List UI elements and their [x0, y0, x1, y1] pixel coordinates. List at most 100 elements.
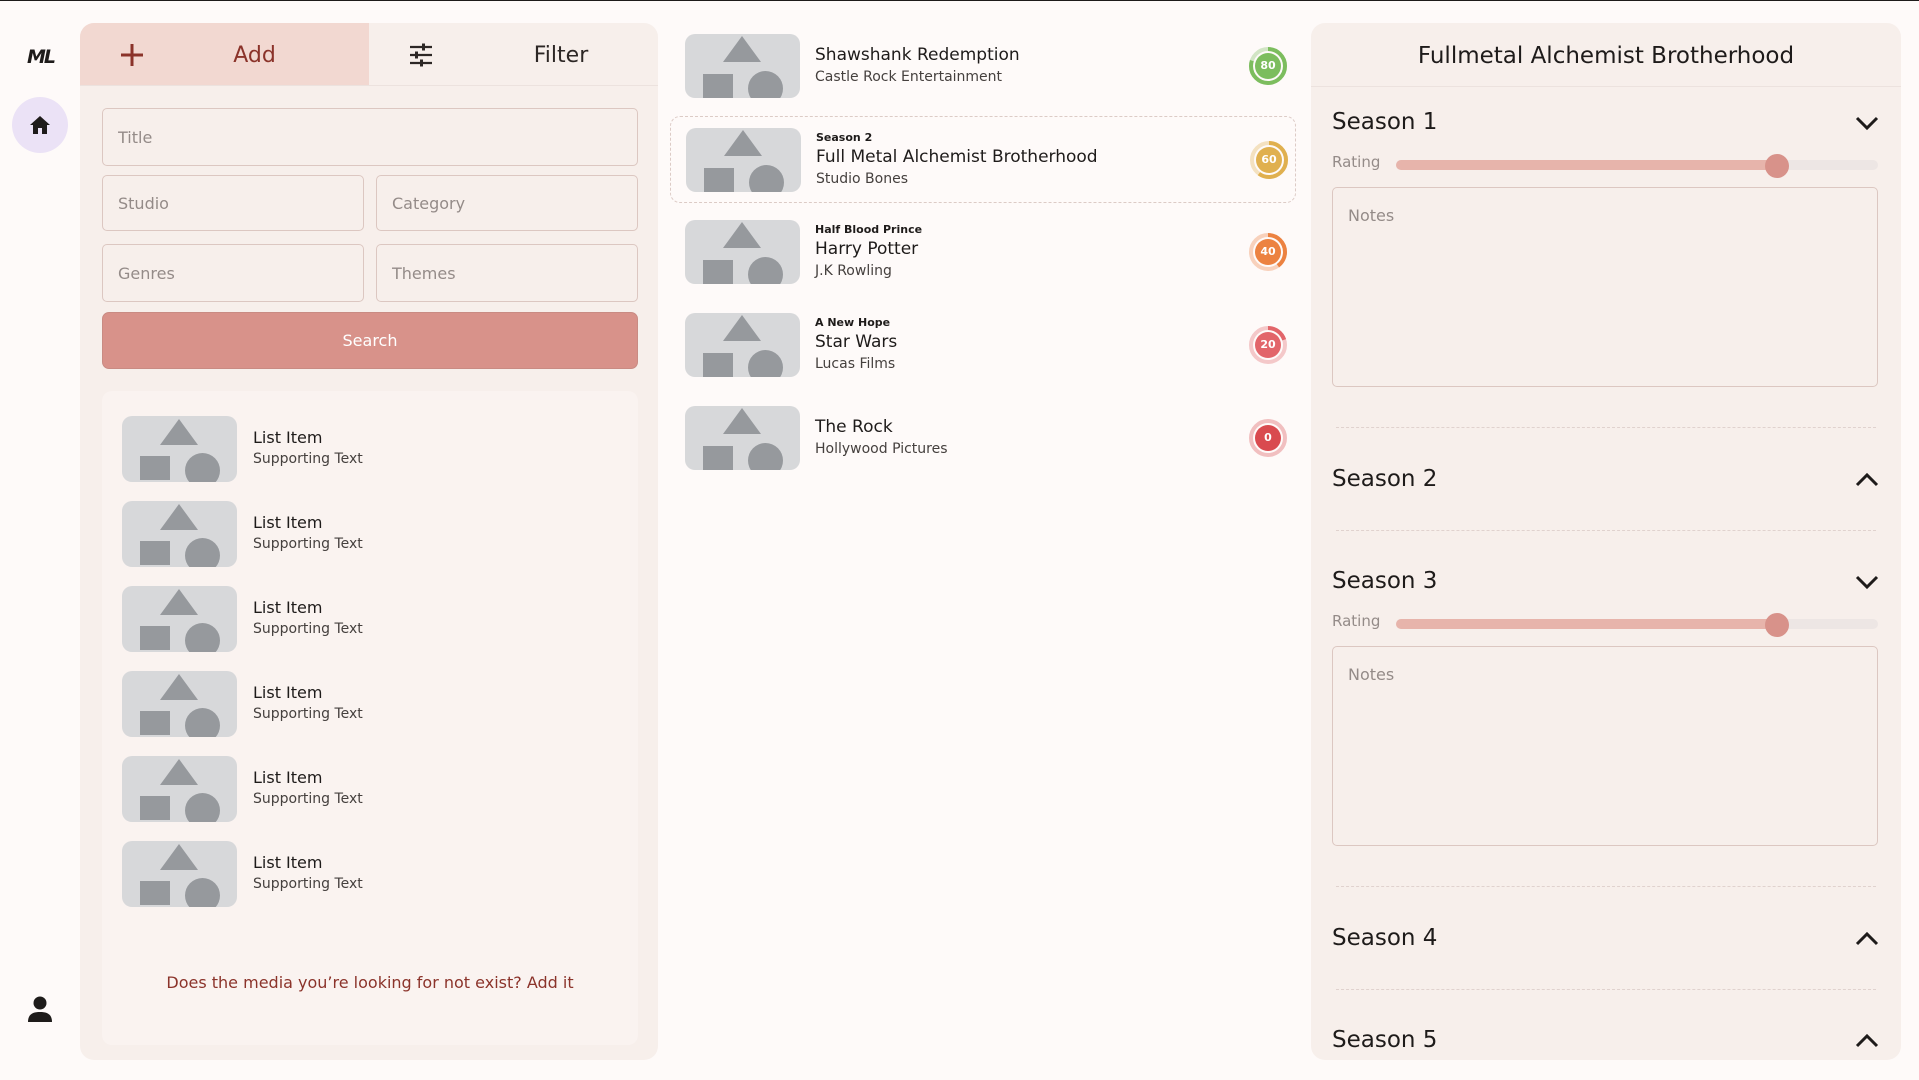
list-item-title: List Item — [253, 513, 323, 532]
season-4-header[interactable]: Season 4 — [1332, 921, 1882, 957]
media-overline: Season 2 — [816, 131, 873, 144]
list-item-subtitle: Supporting Text — [253, 536, 363, 552]
season-label: Season 2 — [1332, 466, 1438, 492]
image-placeholder-icon — [122, 586, 237, 652]
home-button[interactable] — [12, 97, 68, 153]
list-item-subtitle: Supporting Text — [253, 451, 363, 467]
media-title: Full Metal Alchemist Brotherhood — [816, 147, 1098, 167]
list-item-subtitle: Supporting Text — [253, 706, 363, 722]
season-label: Season 3 — [1332, 568, 1438, 594]
list-item[interactable]: List Item Supporting Text — [122, 586, 622, 652]
add-media-link[interactable]: Does the media you’re looking for not ex… — [102, 973, 638, 992]
season-1-notes[interactable] — [1332, 187, 1878, 387]
list-item[interactable]: List Item Supporting Text — [122, 416, 622, 482]
media-title: Harry Potter — [815, 239, 919, 259]
tab-filter-label: Filter — [533, 43, 589, 68]
image-placeholder-icon — [686, 128, 801, 192]
media-subtitle: Lucas Films — [815, 356, 896, 372]
image-placeholder-icon — [122, 841, 237, 907]
chevron-up-icon[interactable] — [1852, 1029, 1882, 1053]
image-placeholder-icon — [122, 501, 237, 567]
media-subtitle: Castle Rock Entertainment — [815, 69, 1003, 85]
score-badge: 60 — [1249, 140, 1289, 180]
season-2-header[interactable]: Season 2 — [1332, 462, 1882, 498]
list-item-subtitle: Supporting Text — [253, 791, 363, 807]
media-title: Shawshank Redemption — [815, 45, 1020, 65]
add-panel: Add Filter Search List Item Supportin — [80, 23, 658, 1060]
image-placeholder-icon — [122, 756, 237, 822]
score-badge: 80 — [1248, 46, 1288, 86]
media-overline: Half Blood Prince — [815, 223, 923, 236]
season-divider — [1336, 427, 1876, 428]
season-3-header[interactable]: Season 3 — [1332, 564, 1882, 600]
list-item-subtitle: Supporting Text — [253, 876, 363, 892]
season-1-rating: Rating — [1332, 151, 1882, 178]
panel-tabs: Add Filter — [80, 23, 658, 86]
image-placeholder-icon — [685, 220, 800, 284]
category-input[interactable] — [376, 175, 638, 231]
rating-slider[interactable] — [1396, 154, 1878, 178]
title-input[interactable] — [102, 108, 638, 166]
season-3-rating: Rating — [1332, 610, 1882, 637]
media-item[interactable]: The Rock Hollywood Pictures 0 — [670, 395, 1296, 482]
home-icon — [30, 116, 50, 134]
list-item-title: List Item — [253, 683, 323, 702]
media-title: The Rock — [815, 417, 893, 437]
season-5-header[interactable]: Season 5 — [1332, 1023, 1882, 1059]
studio-input[interactable] — [102, 175, 364, 231]
search-button[interactable]: Search — [102, 312, 638, 369]
tab-filter[interactable]: Filter — [369, 23, 658, 85]
score-badge: 0 — [1248, 418, 1288, 458]
nav-rail: ML — [0, 1, 80, 1080]
themes-input[interactable] — [376, 244, 638, 302]
season-divider — [1336, 886, 1876, 887]
score-value: 20 — [1260, 338, 1276, 351]
list-item-title: List Item — [253, 768, 323, 787]
media-item-selected[interactable]: Season 2 Full Metal Alchemist Brotherhoo… — [670, 116, 1296, 203]
score-badge: 20 — [1248, 325, 1288, 365]
image-placeholder-icon — [122, 671, 237, 737]
profile-button[interactable] — [20, 989, 60, 1029]
list-item-title: List Item — [253, 853, 323, 872]
image-placeholder-icon — [685, 406, 800, 470]
rating-label: Rating — [1332, 153, 1381, 171]
genres-input[interactable] — [102, 244, 364, 302]
media-item[interactable]: Half Blood Prince Harry Potter J.K Rowli… — [670, 209, 1296, 296]
list-item-title: List Item — [253, 598, 323, 617]
season-divider — [1336, 530, 1876, 531]
person-icon — [28, 996, 52, 1022]
score-value: 80 — [1260, 59, 1276, 72]
rating-label: Rating — [1332, 612, 1381, 630]
season-divider — [1336, 989, 1876, 990]
score-value: 0 — [1264, 431, 1272, 444]
detail-panel: Fullmetal Alchemist Brotherhood Season 1… — [1311, 23, 1901, 1060]
media-subtitle: Studio Bones — [816, 171, 908, 187]
rating-slider-fill — [1396, 619, 1777, 629]
chevron-up-icon[interactable] — [1852, 927, 1882, 951]
score-badge: 40 — [1248, 232, 1288, 272]
search-results: List Item Supporting Text List Item Supp… — [102, 391, 638, 1045]
media-list: Shawshank Redemption Castle Rock Enterta… — [670, 23, 1300, 503]
detail-title: Fullmetal Alchemist Brotherhood — [1417, 43, 1795, 69]
rating-slider[interactable] — [1396, 613, 1878, 637]
list-item[interactable]: List Item Supporting Text — [122, 841, 622, 907]
season-label: Season 1 — [1332, 109, 1438, 135]
tab-add-label: Add — [233, 43, 276, 68]
score-value: 60 — [1261, 153, 1277, 166]
season-1-header[interactable]: Season 1 — [1332, 105, 1882, 141]
media-item[interactable]: Shawshank Redemption Castle Rock Enterta… — [670, 23, 1296, 110]
chevron-up-icon[interactable] — [1852, 468, 1882, 492]
media-item[interactable]: A New Hope Star Wars Lucas Films 20 — [670, 302, 1296, 389]
rating-slider-handle[interactable] — [1764, 154, 1789, 178]
list-item[interactable]: List Item Supporting Text — [122, 756, 622, 822]
rating-slider-handle[interactable] — [1764, 613, 1789, 637]
chevron-down-icon[interactable] — [1852, 111, 1882, 135]
list-item[interactable]: List Item Supporting Text — [122, 671, 622, 737]
tab-add[interactable]: Add — [80, 23, 369, 85]
chevron-down-icon[interactable] — [1852, 570, 1882, 594]
list-item[interactable]: List Item Supporting Text — [122, 501, 622, 567]
app-logo: ML — [27, 46, 56, 68]
season-3-notes[interactable] — [1332, 646, 1878, 846]
media-subtitle: J.K Rowling — [815, 263, 892, 279]
image-placeholder-icon — [122, 416, 237, 482]
